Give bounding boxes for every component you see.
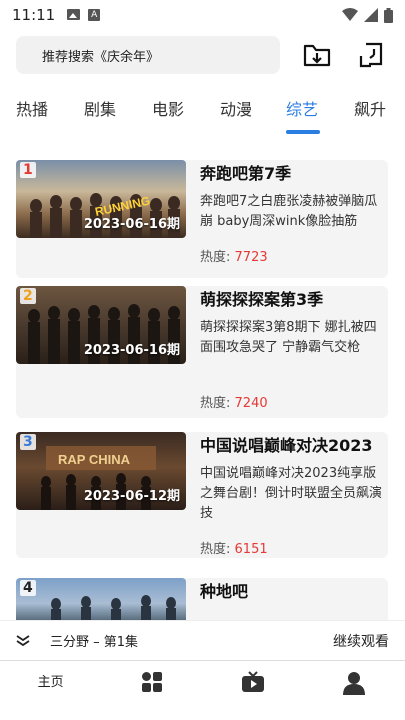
heat-value: 7240 xyxy=(234,396,268,411)
tab-rising[interactable]: 飙升 xyxy=(354,96,386,120)
list-item[interactable]: RAP CHINA 3 2023-06-12期 中国说唱巅峰对决2023 中国说… xyxy=(16,432,388,558)
show-title: 萌探探探案第3季 xyxy=(200,290,324,309)
heat-label: 热度: xyxy=(200,250,231,265)
nav-profile[interactable] xyxy=(324,671,384,699)
list-item[interactable]: 4 种地吧 xyxy=(16,578,388,620)
status-notification-icons: A xyxy=(67,9,101,21)
svg-text:RAP CHINA: RAP CHINA xyxy=(58,452,131,467)
download-button[interactable] xyxy=(302,40,332,70)
episode-date: 2023-06-16期 xyxy=(83,343,180,358)
nav-home[interactable]: 主页 xyxy=(21,671,81,690)
bottom-navigation: 主页 xyxy=(0,660,405,720)
history-button[interactable] xyxy=(356,40,386,70)
rank-badge: 2 xyxy=(20,288,36,304)
show-title: 奔跑吧第7季 xyxy=(200,164,292,183)
nav-tv[interactable] xyxy=(223,671,283,697)
status-time: 11:11 xyxy=(12,6,56,24)
signal-icon xyxy=(364,8,378,22)
thumbnail: 4 xyxy=(16,578,186,620)
episode-date: 2023-06-12期 xyxy=(83,489,180,504)
show-description: 中国说唱巅峰对决2023纯享版之舞台剧！倒计时联盟全员飙演技 xyxy=(200,466,383,521)
episode-date: 2023-06-16期 xyxy=(83,217,180,232)
show-description: 奔跑吧7之白鹿张凌赫被弹脑瓜崩 baby周深wink像脸抽筋 xyxy=(200,194,378,229)
thumbnail-art xyxy=(51,595,176,620)
status-bar: 11:11 A xyxy=(0,0,405,30)
active-tab-indicator xyxy=(286,130,320,134)
tab-hot[interactable]: 热播 xyxy=(16,96,48,120)
heat-label: 热度: xyxy=(200,542,231,557)
show-title: 种地吧 xyxy=(200,582,249,601)
list-item[interactable]: RUNNING 1 2023-06-16期 奔跑吧第7季 奔跑吧7之白鹿张凌赫被… xyxy=(16,160,388,278)
apps-icon xyxy=(141,672,162,692)
nav-categories[interactable] xyxy=(122,671,182,697)
status-system-icons xyxy=(342,7,393,23)
rank-badge: 4 xyxy=(20,580,36,596)
heat-row: 热度: 7240 xyxy=(200,392,268,411)
continue-episode-title: 三分野 – 第1集 xyxy=(50,635,139,650)
heat-row: 热度: 7723 xyxy=(200,246,268,265)
show-title: 中国说唱巅峰对决2023 xyxy=(200,436,373,455)
a-notification-icon: A xyxy=(88,9,101,21)
history-icon xyxy=(359,42,383,68)
category-tabs: 热播 剧集 电影 动漫 综艺 飙升 xyxy=(0,96,405,136)
image-notification-icon xyxy=(67,9,81,20)
show-description: 萌探探探案3第8期下 娜扎被四面围攻急哭了 宁静霸气交枪 xyxy=(200,320,377,355)
search-input[interactable]: 推荐搜索《庆余年》 xyxy=(16,36,280,74)
list-item[interactable]: 2 2023-06-16期 萌探探探案第3季 萌探探探案3第8期下 娜扎被四面围… xyxy=(16,286,388,418)
heat-value: 6151 xyxy=(234,542,268,557)
tv-icon xyxy=(242,671,265,692)
nav-home-label: 主页 xyxy=(37,675,64,690)
search-row: 推荐搜索《庆余年》 xyxy=(16,36,389,76)
tab-series[interactable]: 剧集 xyxy=(84,96,116,120)
download-folder-icon xyxy=(303,44,331,67)
thumbnail: 2 2023-06-16期 xyxy=(16,286,186,364)
continue-watching-bar[interactable]: 三分野 – 第1集 继续观看 xyxy=(0,620,405,660)
tab-anime[interactable]: 动漫 xyxy=(220,96,252,120)
tab-variety[interactable]: 综艺 xyxy=(286,96,318,120)
rank-badge: 1 xyxy=(20,162,36,178)
battery-icon xyxy=(384,7,393,23)
tab-movie[interactable]: 电影 xyxy=(152,96,184,120)
wifi-icon xyxy=(342,8,358,21)
continue-watching-button[interactable]: 继续观看 xyxy=(333,631,389,651)
heat-row: 热度: 6151 xyxy=(200,538,268,557)
search-placeholder: 推荐搜索《庆余年》 xyxy=(42,49,160,65)
profile-icon xyxy=(343,672,366,695)
heat-label: 热度: xyxy=(200,396,231,411)
thumbnail: RAP CHINA 3 2023-06-12期 xyxy=(16,432,186,510)
heat-value: 7723 xyxy=(234,250,268,265)
collapse-chevron-icon[interactable] xyxy=(16,634,30,647)
rank-badge: 3 xyxy=(20,434,36,450)
thumbnail: RUNNING 1 2023-06-16期 xyxy=(16,160,186,238)
